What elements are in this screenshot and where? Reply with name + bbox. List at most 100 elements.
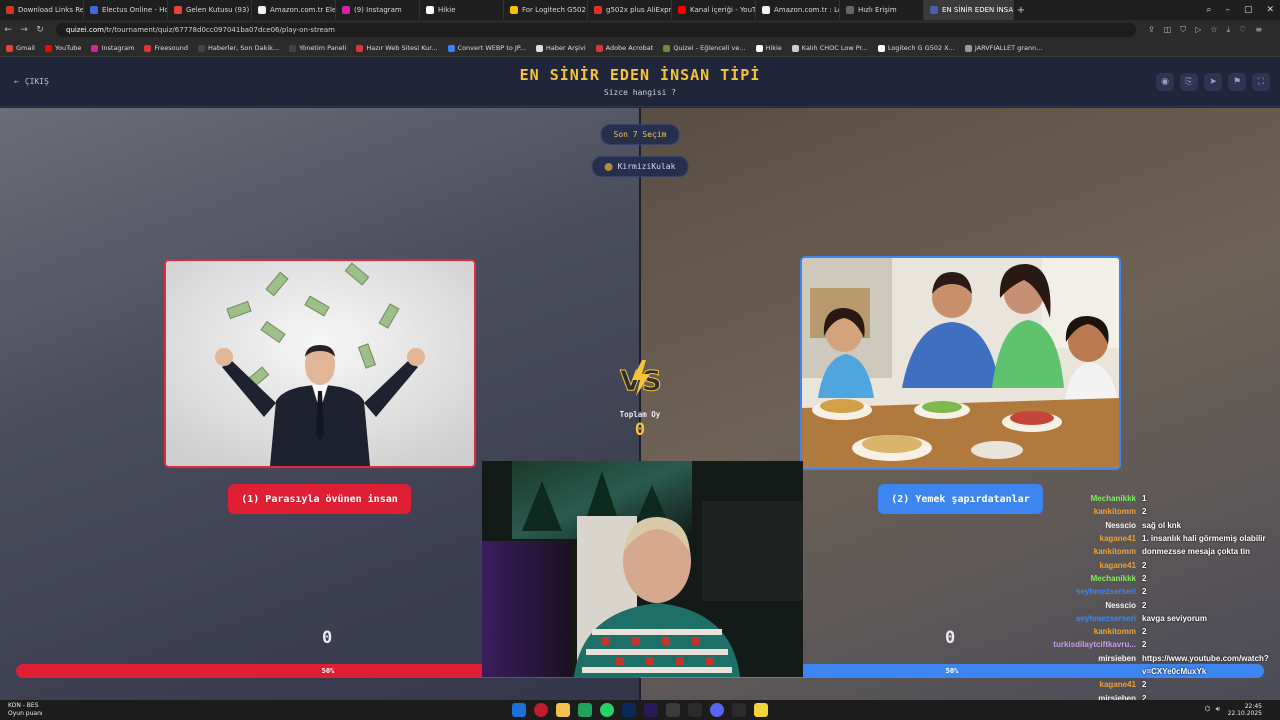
taskbar-apps <box>512 703 768 717</box>
photoshop-icon[interactable] <box>622 703 636 717</box>
chat-text: sağ ol knk <box>1142 520 1182 530</box>
send-icon[interactable]: ➤ <box>1204 73 1222 91</box>
bookmark-item[interactable]: Hazır Web Sitesi Kur... <box>356 44 438 52</box>
browser-tab[interactable]: Download Links Ready! It <box>0 0 84 20</box>
eye-icon[interactable]: ◉ <box>1156 73 1174 91</box>
file-explorer-icon[interactable] <box>556 703 570 717</box>
bookmark-item[interactable]: Haberler, Son Dakik... <box>198 44 279 52</box>
whatsapp-icon[interactable] <box>600 703 614 717</box>
audition-icon[interactable] <box>644 703 658 717</box>
app-icon[interactable] <box>688 703 702 717</box>
url-input[interactable]: quizei.com/tr/tournament/quiz/67778d0cc0… <box>56 23 1136 37</box>
browser-tab[interactable]: Gelen Kutusu (93) - kirmiz <box>168 0 252 20</box>
wifi-icon[interactable]: ⌬ <box>1204 705 1210 714</box>
volume-icon[interactable]: 🔊︎ <box>1216 705 1220 714</box>
right-option-image[interactable] <box>800 256 1121 470</box>
search-tabs-icon[interactable]: ⌕ <box>1206 5 1211 15</box>
bookmark-item[interactable]: Instagram <box>91 44 134 52</box>
browser-tab[interactable]: Electus Online - Home <box>84 0 168 20</box>
bookmark-item[interactable]: Kalıh CHOC Low Pr... <box>791 44 868 52</box>
tab-favicon-icon <box>90 6 98 14</box>
widget-line-1: KON - BES <box>8 702 39 709</box>
browser-tab[interactable]: Hikie <box>420 0 504 20</box>
tab-favicon-icon <box>6 6 14 14</box>
browser-tab-bar: Download Links Ready! It Electus Online -… <box>0 0 1280 20</box>
left-option-button[interactable]: (1) Parasıyla övünen insan <box>228 484 411 514</box>
tab-label: Electus Online - Home <box>102 6 168 14</box>
bookmark-item[interactable]: Convert WEBP to JP... <box>447 44 526 52</box>
browser-tab[interactable]: g502x plus AliExpress'te s <box>588 0 672 20</box>
chat-text: 1 <box>1142 494 1147 504</box>
bookmark-item[interactable]: YouTube <box>44 44 81 52</box>
bookmark-item[interactable]: JARVFIALLET grann... <box>964 44 1042 52</box>
tab-favicon-icon <box>930 6 938 14</box>
screenshot-icon[interactable]: ◫ <box>1164 25 1172 35</box>
chat-text: https://www.youtube.com/watch? <box>1142 653 1269 663</box>
bookmark-item[interactable]: Gmail <box>6 44 35 52</box>
chat-text: 2 <box>1142 560 1147 570</box>
bookmark-label: Quizei - Eğlenceli ve... <box>673 44 746 52</box>
start-icon[interactable] <box>512 703 526 717</box>
play-icon[interactable]: ▷ <box>1195 25 1201 35</box>
bookmark-item[interactable]: Hikie <box>755 44 782 52</box>
bookmark-item[interactable]: Yönetim Paneli <box>289 44 346 52</box>
chat-text: 2 <box>1142 507 1147 517</box>
bookmark-item[interactable]: Haber Arşivi <box>535 44 586 52</box>
bookmark-favicon-icon <box>144 44 152 52</box>
browser-tab[interactable]: Amazon.com.tr : Logitech <box>756 0 840 20</box>
browser-tab[interactable]: Hızlı Erişim <box>840 0 924 20</box>
opera-gx-icon[interactable] <box>534 703 548 717</box>
bookmark-label: Yönetim Paneli <box>299 44 347 52</box>
audio-mixer-icon[interactable] <box>732 703 746 717</box>
obs-icon[interactable] <box>578 703 592 717</box>
notes-icon[interactable] <box>754 703 768 717</box>
bookmark-favicon-icon <box>44 44 52 52</box>
taskbar-clock[interactable]: 22:45 22.10.2025 <box>1228 703 1262 717</box>
browser-tab[interactable]: Kanal içeriği - YouTube Stu <box>672 0 756 20</box>
flag-icon[interactable]: ⚑ <box>1228 73 1246 91</box>
download-icon[interactable]: ⤓ <box>1227 25 1231 35</box>
taskbar-widget[interactable]: KON - BES Oyun puanı <box>8 702 43 718</box>
chat-message: seyhmezserseri kavga seviyorum <box>1040 612 1280 625</box>
browser-tab[interactable]: For Logitech G502 X PLUS <box>504 0 588 20</box>
bookmark-favicon-icon <box>755 44 763 52</box>
chat-message: v=CXYe0cMuxYk <box>1040 665 1280 678</box>
tab-favicon-icon <box>342 6 350 14</box>
shield-icon[interactable]: ⛉ <box>1180 25 1186 35</box>
heart-icon[interactable]: ♡ <box>1239 25 1246 35</box>
chat-text: 2 <box>1142 600 1147 610</box>
tab-label: Hızlı Erişim <box>858 6 897 14</box>
bookmark-favicon-icon <box>964 44 972 52</box>
left-option-image[interactable] <box>164 259 476 468</box>
user-badge: KirmiziKulak <box>591 156 689 177</box>
chat-username: kagane41 <box>1099 680 1136 690</box>
fullscreen-icon[interactable]: ⛶ <box>1252 73 1270 91</box>
share-icon[interactable]: ⇪ <box>1148 25 1155 35</box>
close-icon[interactable]: ✕ <box>1266 5 1274 15</box>
address-bar-icons: ⇪ ◫ ⛉ ▷ ☆ ⤓ ♡ ≡ <box>1148 25 1262 35</box>
forward-icon[interactable]: → <box>16 25 32 35</box>
new-tab-button[interactable]: + <box>1014 5 1028 16</box>
browser-tab[interactable]: (9) Instagram <box>336 0 420 20</box>
bookmark-item[interactable]: Quizei - Eğlenceli ve... <box>663 44 746 52</box>
back-icon[interactable]: ← <box>0 25 16 35</box>
vs-lightning-icon: VS <box>620 360 662 398</box>
tab-label: Kanal içeriği - YouTube Stu <box>690 6 756 14</box>
maximize-icon[interactable]: ▢ <box>1244 5 1253 15</box>
browser-tab[interactable]: Amazon.com.tr Elektronik <box>252 0 336 20</box>
share-icon[interactable]: ⎘ <box>1180 73 1198 91</box>
bookmark-star-icon[interactable]: ☆ <box>1210 25 1217 35</box>
browser-tab[interactable]: EN SİNİR EDEN İNSAN Tİ <box>924 0 1014 20</box>
right-option-button[interactable]: (2) Yemek şapırdatanlar <box>878 484 1043 514</box>
minimize-icon[interactable]: – <box>1225 5 1230 15</box>
tab-label: Amazon.com.tr : Logitech <box>774 6 839 14</box>
bookmark-item[interactable]: Freesound <box>144 44 188 52</box>
menu-icon[interactable]: ≡ <box>1255 25 1262 35</box>
bookmark-item[interactable]: Adobe Acrobat <box>595 44 653 52</box>
bookmark-item[interactable]: Logitech G G502 X... <box>877 44 955 52</box>
tab-label: Amazon.com.tr Elektronik <box>270 6 336 14</box>
chat-message: kagane41 2 <box>1040 678 1280 691</box>
app-icon[interactable] <box>666 703 680 717</box>
reload-icon[interactable]: ↻ <box>32 25 48 35</box>
discord-icon[interactable] <box>710 703 724 717</box>
